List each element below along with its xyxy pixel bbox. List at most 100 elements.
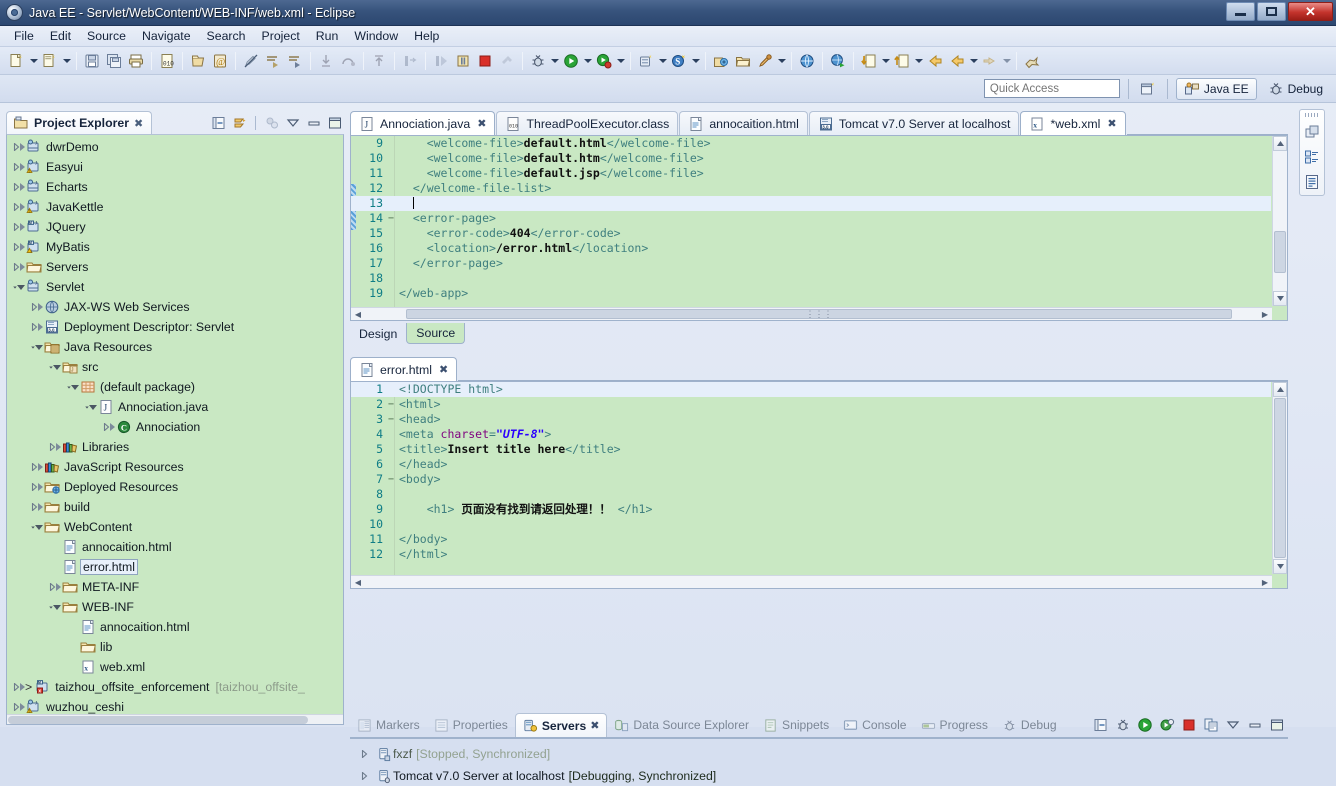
debug-button[interactable] [527,50,549,72]
source-lines[interactable]: 1 <!DOCTYPE html> 2− <html> 3− <head> 4 <meta c… [351,382,1271,588]
restore-button[interactable] [1302,122,1322,142]
bottom-tab-snippets[interactable]: Snippets [756,713,836,737]
expand-arrow-icon[interactable] [31,297,43,317]
stop-server-button[interactable] [1179,716,1198,735]
expand-arrow-icon[interactable] [49,577,61,597]
close-icon[interactable]: ✖ [134,117,143,130]
tree-item[interactable]: > Mx taizhou_offsite_enforcement [taizhou_o… [7,677,343,697]
external-tools-dropdown[interactable] [776,50,787,72]
external-tools-button[interactable] [754,50,776,72]
tree-item[interactable]: J! Easyui [7,157,343,177]
outline-view-button[interactable] [1302,147,1322,167]
bottom-tab-console[interactable]: Console [836,713,913,737]
server-row[interactable]: fxzf [Stopped, Synchronized] [351,744,1287,764]
coverage-dropdown[interactable] [615,50,626,72]
new-server-dropdown[interactable] [657,50,668,72]
minimize-button[interactable] [1226,2,1255,21]
expand-arrow-icon[interactable] [49,437,61,457]
forward-dropdown[interactable] [968,50,979,72]
page-tab-source[interactable]: Source [406,323,466,344]
tree-item[interactable]: M! MyBatis [7,237,343,257]
tree-item[interactable]: error.html [7,557,343,577]
globe-button[interactable] [796,50,818,72]
editor-tab[interactable]: annocaition.html [679,111,808,135]
debug-dropdown[interactable] [549,50,560,72]
drag-handle[interactable] [1305,113,1319,117]
scrollbar-thumb[interactable] [1274,398,1286,558]
web-xml-code-area[interactable]: 9 <welcome-file>default.html</welcome-fi… [350,135,1288,321]
minimize-view-button[interactable] [1245,716,1264,735]
code-line[interactable]: 16 <location>/error.html</location> [351,241,1271,256]
step-return-button[interactable] [368,50,390,72]
page-tab-design[interactable]: Design [350,323,406,344]
editor-tab[interactable]: J Annociation.java ✖ [350,111,496,135]
bottom-tab-debug[interactable]: Debug [995,713,1064,737]
error-html-code-area[interactable]: 1 <!DOCTYPE html> 2− <html> 3− <head> 4 <meta c… [350,381,1288,589]
open-folder-button[interactable] [732,50,754,72]
tree-item[interactable]: (default package) [7,377,343,397]
scrollbar-thumb[interactable] [8,716,308,724]
collapse-arrow-icon[interactable] [49,597,61,617]
close-icon[interactable]: ✖ [1107,117,1116,130]
expand-arrow-icon[interactable] [103,417,115,437]
expand-arrow-icon[interactable] [31,497,43,517]
code-line[interactable]: 1 <!DOCTYPE html> [351,382,1271,397]
expand-arrow-icon[interactable] [13,137,25,157]
expand-arrow-icon[interactable] [13,217,25,237]
menu-item-file[interactable]: File [6,27,42,45]
next-edit-dropdown[interactable] [913,50,924,72]
link-with-editor-button[interactable] [230,113,249,132]
scroll-left-button[interactable]: ◀ [351,308,365,320]
expand-arrow-icon[interactable] [13,237,25,257]
code-line[interactable]: 18 [351,271,1271,286]
collapse-all-button[interactable] [1091,716,1110,735]
bottom-tab-progress[interactable]: Progress [914,713,995,737]
new-server-button[interactable] [635,50,657,72]
expand-arrow-icon[interactable] [13,677,25,697]
debug-server-button[interactable] [1113,716,1132,735]
collapse-arrow-icon[interactable] [49,357,61,377]
terminate-button[interactable] [474,50,496,72]
open-perspective-button[interactable] [1137,78,1159,100]
tree-item[interactable]: JdwrDemo [7,137,343,157]
new-document-button[interactable] [187,50,209,72]
forward-history-button[interactable] [946,50,968,72]
tree-item[interactable]: build [7,497,343,517]
next-annotation-button[interactable] [262,50,284,72]
perspective-debug[interactable]: Debug [1261,78,1330,100]
close-button[interactable]: ✕ [1288,2,1333,21]
scroll-up-button[interactable] [1273,382,1287,397]
next-edit-location-button[interactable] [891,50,913,72]
code-line[interactable]: 11 </body> [351,532,1271,547]
tree-item[interactable]: x web.xml [7,657,343,677]
publish-server-button[interactable] [1201,716,1220,735]
bottom-tab-servers[interactable]: Servers ✖ [514,713,608,737]
tree-item[interactable]: Jsrc [7,357,343,377]
forward-button[interactable] [979,50,1001,72]
tree-item[interactable]: JAX-WS Web Services [7,297,343,317]
tree-item[interactable]: M J JQuery [7,217,343,237]
scroll-right-button[interactable]: ▶ [1258,576,1272,588]
code-line[interactable]: 3− <head> [351,412,1271,427]
project-tree[interactable]: JdwrDemo J! Easyui J Echarts J! JavaKettle M J JQ… [6,134,344,725]
code-line[interactable]: 15 <error-code>404</error-code> [351,226,1271,241]
code-line[interactable]: 9 <h1> 页面没有找到请返回处理！！ </h1> [351,502,1271,517]
globe-run-button[interactable] [827,50,849,72]
menu-item-project[interactable]: Project [254,27,308,45]
editor-tab[interactable]: error.html ✖ [350,357,458,381]
drop-to-frame-button[interactable] [399,50,421,72]
search-s-button[interactable]: S [668,50,690,72]
menu-item-window[interactable]: Window [346,27,406,45]
code-line[interactable]: 12 </welcome-file-list> [351,181,1271,196]
editor-vertical-scrollbar[interactable] [1272,382,1287,574]
perspective-java-ee[interactable]: Java EE [1175,77,1257,100]
tree-horizontal-scrollbar[interactable] [7,714,343,724]
run-button[interactable] [560,50,582,72]
step-over-button[interactable] [337,50,359,72]
tab-project-explorer[interactable]: Project Explorer ✖ [6,111,153,134]
close-icon[interactable]: ✖ [590,719,599,732]
scrollbar-thumb[interactable]: ⋮⋮⋮ [406,309,1232,319]
menu-item-edit[interactable]: Edit [42,27,79,45]
tree-item[interactable]: C Annociation [7,417,343,437]
editor-tab[interactable]: 010 ThreadPoolExecutor.class [496,111,679,135]
